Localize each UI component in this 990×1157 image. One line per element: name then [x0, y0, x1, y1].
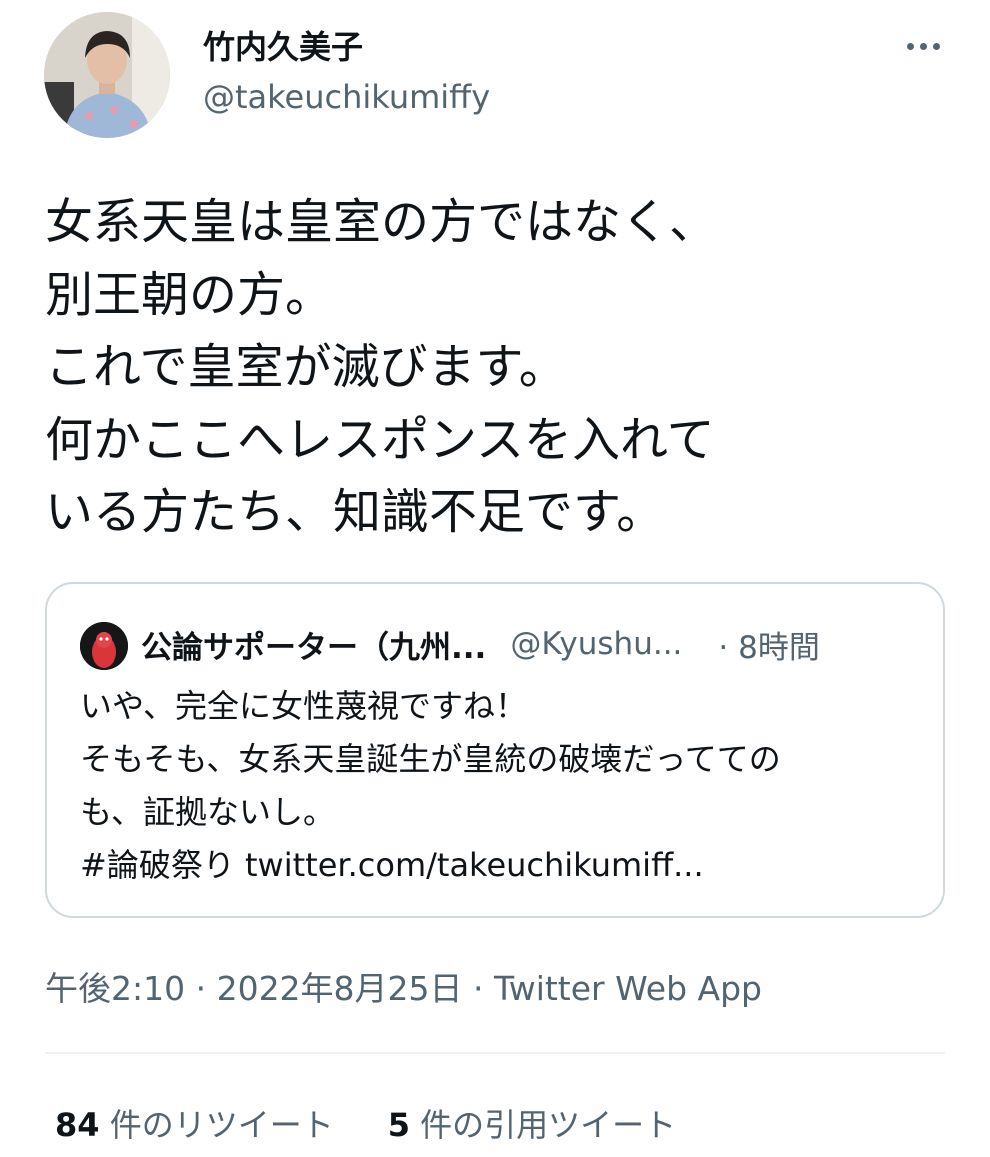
author-handle[interactable]: @takeuchikumiffy	[203, 78, 490, 116]
more-dot	[919, 42, 927, 50]
quote-tweets-stat[interactable]: 5 件の引用ツイート	[388, 1100, 676, 1146]
quoted-tweet-text: いや、完全に女性蔑視ですね！ そもそも、女系天皇誕生が皇統の破壊だってての も、…	[80, 687, 781, 884]
quotes-label: 件の引用ツイート	[409, 1106, 677, 1144]
author-display-name[interactable]: 竹内久美子	[203, 22, 363, 68]
quoted-author-avatar	[80, 622, 128, 670]
divider	[45, 1052, 945, 1054]
engagement-stats: 84 件のリツイート 5 件の引用ツイート	[55, 1100, 676, 1146]
quoted-author-handle: @Kyushu...	[510, 626, 683, 662]
tweet-timestamp-source[interactable]: 午後2:10 · 2022年8月25日 · Twitter Web App	[45, 962, 762, 1010]
more-dot	[932, 42, 940, 50]
more-horizontal-icon[interactable]	[898, 28, 948, 64]
quoted-tweet-time: · 8時間	[718, 629, 820, 666]
tweet-text: 女系天皇は皇室の方ではなく、 別王朝の方。 これで皇室が滅びます。 何かここへレ…	[45, 194, 718, 540]
quotes-count: 5	[387, 1106, 410, 1144]
retweets-label: 件のリツイート	[99, 1106, 334, 1144]
retweets-stat[interactable]: 84 件のリツイート	[55, 1100, 334, 1146]
quoted-tweet-card[interactable]: 公論サポーター（九州... @Kyushu... · 8時間 いや、完全に女性蔑…	[45, 582, 945, 918]
quoted-author-name: 公論サポーター（九州...	[141, 629, 487, 666]
retweets-count: 84	[55, 1106, 100, 1144]
quoted-tweet-header: 公論サポーター（九州... @Kyushu... · 8時間	[141, 620, 921, 668]
author-avatar[interactable]	[44, 12, 170, 138]
more-dot	[906, 42, 914, 50]
